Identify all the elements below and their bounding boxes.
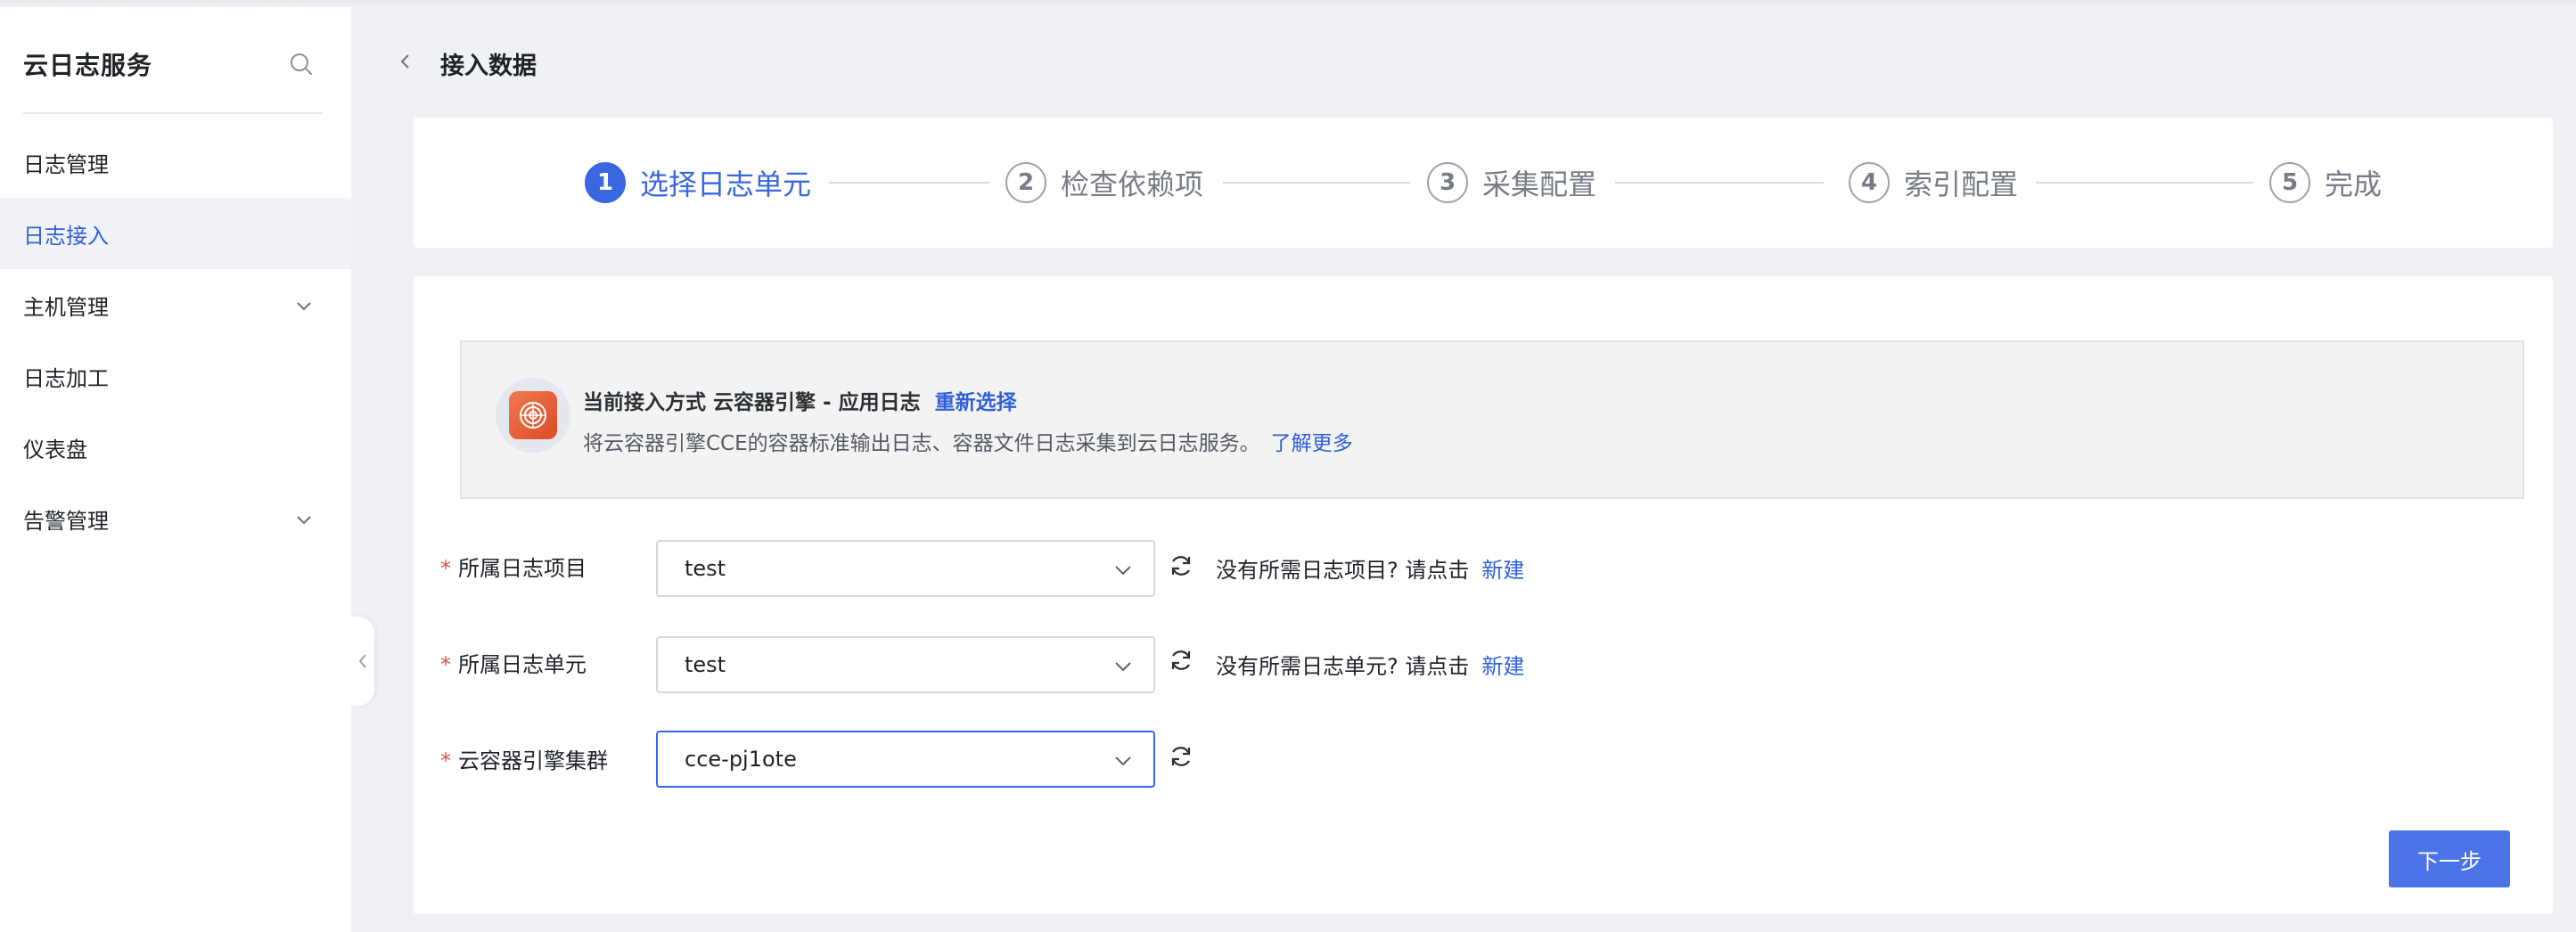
- step-index-config: 4 索引配置: [1849, 162, 2018, 203]
- sidebar-divider: [23, 112, 323, 114]
- sidebar-item-log-ingestion[interactable]: 日志接入: [0, 198, 351, 269]
- sidebar-item-label: 告警管理: [23, 508, 109, 534]
- next-step-button[interactable]: 下一步: [2389, 830, 2510, 887]
- sidebar-item-label: 日志管理: [23, 151, 109, 177]
- step-connector: [1223, 182, 1410, 184]
- select-value: test: [685, 652, 726, 677]
- step-connector: [829, 182, 989, 184]
- step-label: 采集配置: [1482, 168, 1597, 201]
- create-unit-link[interactable]: 新建: [1481, 654, 1524, 679]
- step-check-dependencies: 2 检查依赖项: [1005, 162, 1203, 203]
- step-complete: 5 完成: [2269, 162, 2382, 203]
- log-unit-label: * 所属日志单元: [440, 647, 587, 678]
- sidebar-collapse-handle[interactable]: [351, 617, 374, 706]
- learn-more-link[interactable]: 了解更多: [1271, 432, 1353, 455]
- chevron-down-icon: [1115, 662, 1131, 672]
- step-connector: [1615, 182, 1824, 184]
- step-connector: [2036, 182, 2253, 184]
- chevron-down-icon: [1115, 756, 1131, 766]
- step-number: 3: [1427, 162, 1468, 203]
- sidebar-item-dashboard[interactable]: 仪表盘: [0, 412, 351, 483]
- step-label: 选择日志单元: [640, 168, 812, 201]
- sidebar-item-label: 主机管理: [23, 294, 109, 320]
- method-description: 将云容器引擎CCE的容器标准输出日志、容器文件日志采集到云日志服务。 了解更多: [583, 426, 1353, 456]
- required-mark: *: [440, 652, 451, 677]
- sidebar-item-label: 日志加工: [23, 365, 109, 391]
- log-unit-hint: 没有所需日志单元? 请点击 新建: [1216, 649, 1524, 680]
- steps-card: 1 选择日志单元 2 检查依赖项 3 采集配置 4 索引配置 5 完成: [414, 118, 2553, 248]
- sidebar: 云日志服务 日志管理 日志接入 主机管理 日志加工 仪表盘 告警管理: [0, 7, 351, 932]
- description-text: 将云容器引擎CCE的容器标准输出日志、容器文件日志采集到云日志服务。: [583, 432, 1260, 455]
- sidebar-title: 云日志服务: [23, 51, 153, 80]
- log-project-select[interactable]: test: [656, 540, 1155, 597]
- chevron-left-icon: [358, 654, 366, 668]
- step-number: 5: [2269, 162, 2310, 203]
- required-mark: *: [440, 556, 451, 581]
- reselect-link[interactable]: 重新选择: [935, 391, 1017, 414]
- refresh-icon[interactable]: [1168, 552, 1194, 579]
- sidebar-item-alert-management[interactable]: 告警管理: [0, 483, 351, 554]
- cce-app-icon: [496, 378, 570, 453]
- step-number: 2: [1005, 162, 1046, 203]
- sidebar-item-label: 日志接入: [23, 223, 109, 249]
- step-label: 检查依赖项: [1061, 168, 1204, 201]
- log-project-label: * 所属日志项目: [440, 551, 587, 582]
- required-mark: *: [440, 748, 451, 773]
- chevron-down-icon: [1115, 566, 1131, 576]
- step-select-log-unit: 1 选择日志单元: [585, 162, 811, 203]
- current-method-label: 当前接入方式 云容器引擎 - 应用日志: [583, 391, 921, 414]
- cce-cluster-select[interactable]: cce-pj1ote: [656, 731, 1155, 788]
- field-label-text: 云容器引擎集群: [458, 748, 608, 773]
- step-number: 4: [1849, 162, 1890, 203]
- create-project-link[interactable]: 新建: [1481, 558, 1524, 583]
- hint-text: 没有所需日志项目? 请点击: [1216, 558, 1470, 583]
- sidebar-item-host-management[interactable]: 主机管理: [0, 269, 351, 340]
- sidebar-item-log-management[interactable]: 日志管理: [0, 127, 351, 198]
- step-number: 1: [585, 162, 626, 203]
- select-value: cce-pj1ote: [685, 747, 797, 772]
- refresh-icon[interactable]: [1168, 647, 1194, 674]
- chevron-down-icon: [297, 302, 311, 311]
- step-label: 完成: [2325, 168, 2383, 201]
- chevron-down-icon: [297, 516, 311, 525]
- select-value: test: [685, 556, 726, 581]
- log-project-hint: 没有所需日志项目? 请点击 新建: [1216, 552, 1524, 584]
- sidebar-item-log-processing[interactable]: 日志加工: [0, 340, 351, 412]
- hint-text: 没有所需日志单元? 请点击: [1216, 654, 1470, 679]
- step-collection-config: 3 采集配置: [1427, 162, 1596, 203]
- cce-logo-icon: [509, 391, 557, 439]
- step-label: 索引配置: [1904, 168, 2019, 201]
- top-shadow: [0, 0, 2576, 8]
- field-label-text: 所属日志项目: [458, 556, 587, 581]
- search-icon[interactable]: [289, 52, 314, 77]
- page-title: 接入数据: [440, 53, 537, 80]
- field-label-text: 所属日志单元: [458, 652, 587, 677]
- ingestion-info-box: [460, 340, 2524, 499]
- cce-cluster-label: * 云容器引擎集群: [440, 743, 608, 774]
- refresh-icon[interactable]: [1168, 743, 1194, 770]
- current-method-text: 当前接入方式 云容器引擎 - 应用日志 重新选择: [583, 385, 1017, 415]
- log-unit-select[interactable]: test: [656, 636, 1155, 693]
- sidebar-item-label: 仪表盘: [23, 437, 87, 462]
- back-icon[interactable]: [396, 52, 415, 71]
